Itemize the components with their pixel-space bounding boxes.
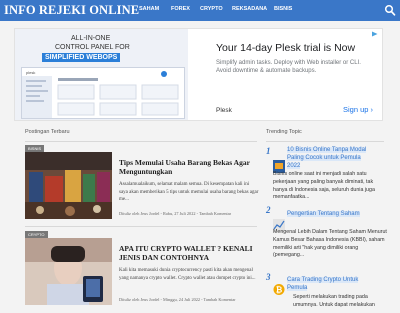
post-category-badge[interactable]: BISNIS	[25, 145, 45, 152]
nav-item-bisnis[interactable]: BISNIS	[274, 6, 292, 12]
ad-headline-line2: CONTROL PANEL FOR	[55, 44, 130, 51]
bitcoin-icon[interactable]: ₿	[273, 283, 285, 296]
post-meta: Dituliz oleh Jeus Jordel - Minggu, 24 Ju…	[119, 297, 236, 302]
latest-posts-heading: Postingan Terbaru	[25, 129, 70, 135]
ad-visual: ALL-IN-ONE CONTROL PANEL FOR SIMPLIFIED …	[15, 29, 188, 120]
trending-title[interactable]: Cara Trading Crypto Untuk Pemula	[287, 276, 375, 292]
post-excerpt: Assalamualaikum, selamat malam semua. Di…	[119, 182, 259, 202]
post-title[interactable]: Tips Memulai Usaha Barang Bekas Agar Men…	[119, 158, 259, 176]
trending-title[interactable]: Pengertian Tentang Saham	[287, 210, 375, 218]
site-logo[interactable]: INFO REJEKI ONLINE	[4, 3, 139, 18]
trending-excerpt: Bisnis online saat ini menjadi salah sat…	[273, 171, 375, 201]
dashboard-mockup-graphic	[22, 71, 179, 118]
post-thumbnail[interactable]	[25, 152, 112, 219]
ad-signup-link[interactable]: Sign up ›	[343, 105, 373, 114]
post-thumbnail[interactable]	[25, 238, 112, 305]
secondhand-goods-image	[25, 152, 112, 219]
trending-rank: 3	[266, 272, 271, 282]
top-navbar: INFO REJEKI ONLINE SAHAM FOREX CRYPTO RE…	[0, 0, 400, 21]
trending-title-text[interactable]: Pengertian Tentang Saham	[287, 211, 360, 217]
trending-title-text[interactable]: 10 Bisnis Online Tanpa Modal Paling Coco…	[287, 147, 367, 169]
ad-description: Simplify admin tasks. Deploy with Web in…	[216, 60, 361, 74]
ad-brand: Plesk	[216, 107, 232, 114]
post-excerpt: Kali kita memasuki dunia cryptocurrency …	[119, 268, 256, 281]
nav-item-forex[interactable]: FOREX	[171, 6, 190, 12]
ad-choices-icon[interactable]	[371, 31, 379, 37]
nav-item-reksadana[interactable]: REKSADANA	[232, 6, 267, 12]
ad-banner[interactable]: ALL-IN-ONE CONTROL PANEL FOR SIMPLIFIED …	[14, 28, 383, 121]
section-divider	[25, 141, 257, 142]
ad-dashboard-mockup: plesk	[21, 67, 185, 119]
trending-excerpt: Mengenal Lebih Dalam Tentang Saham Menur…	[273, 229, 387, 259]
trending-heading: Trending Topic	[266, 129, 302, 135]
crypto-wallet-image	[25, 238, 112, 305]
ad-headline-line3: SIMPLIFIED WEBOPS	[42, 53, 121, 62]
trending-title-text[interactable]: Cara Trading Crypto Untuk Pemula	[287, 277, 359, 291]
trending-excerpt: Seperti melakukan trading pada umumnya. …	[293, 294, 375, 308]
trending-rank: 1	[266, 146, 271, 156]
trending-title[interactable]: 10 Bisnis Online Tanpa Modal Paling Coco…	[287, 146, 375, 170]
svg-text:₿: ₿	[276, 286, 283, 295]
post-category-badge[interactable]: CRYPTO	[25, 231, 48, 238]
post-meta: Dituliz oleh Jeus Jordel - Rabu, 27 Juli…	[119, 211, 232, 216]
sidebar-divider	[266, 141, 384, 142]
ad-signup-label[interactable]: Sign up	[343, 105, 368, 114]
nav-item-crypto[interactable]: CRYPTO	[200, 6, 223, 12]
ad-title[interactable]: Your 14-day Plesk trial is Now	[216, 42, 355, 54]
post-title[interactable]: APA ITU CRYPTO WALLET ? KENALI JENIS DAN…	[119, 244, 259, 262]
trending-rank: 2	[266, 205, 271, 215]
chevron-right-icon: ›	[370, 105, 374, 114]
search-icon[interactable]	[384, 3, 396, 17]
post-divider	[25, 226, 257, 227]
ad-mini-brand: plesk	[26, 70, 36, 75]
nav-item-saham[interactable]: SAHAM	[139, 6, 159, 12]
ad-headline-line1: ALL-IN-ONE	[71, 35, 111, 42]
